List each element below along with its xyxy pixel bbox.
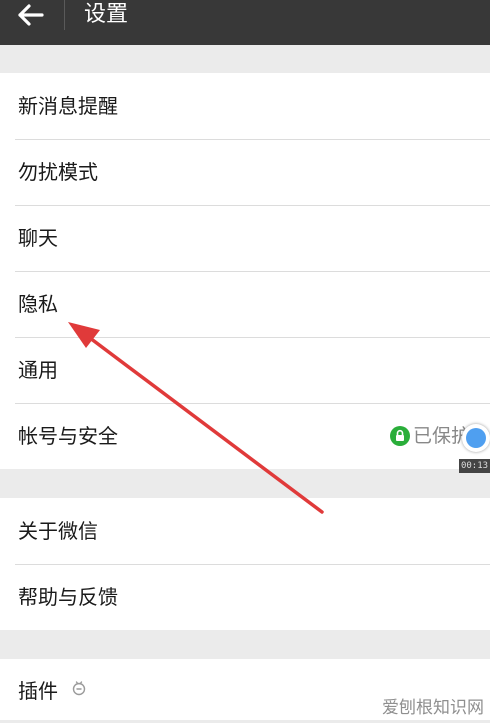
annotation-arrow: [68, 322, 324, 514]
watermark: 爱刨根知识网: [382, 698, 484, 718]
